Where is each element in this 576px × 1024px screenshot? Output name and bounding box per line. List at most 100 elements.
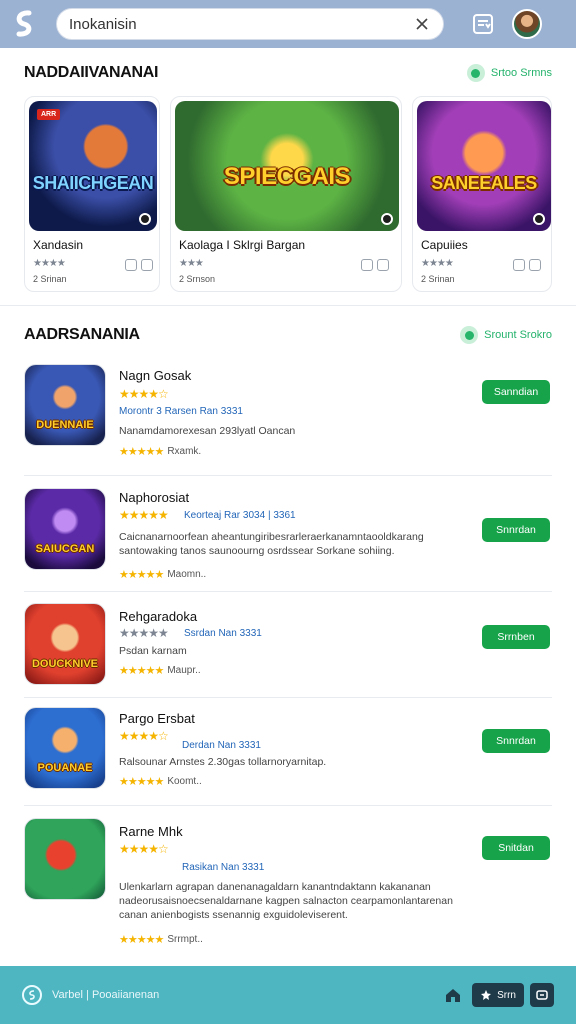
featured-rating: ★★★	[179, 258, 204, 269]
app-title: Pargo Ersbat	[119, 711, 195, 726]
featured-size: 2 Srinan	[421, 274, 455, 284]
clear-search-icon[interactable]	[413, 15, 431, 33]
install-corner-icon	[533, 213, 545, 225]
app-icon[interactable]: DUENNAIE	[24, 364, 106, 446]
app-footer: ★★★★★ Maupr..	[119, 665, 201, 677]
avatar[interactable]	[512, 9, 542, 39]
list-item: SAIUCGAN Naphorosiat ★★★★★ Keorteaj Rar …	[0, 488, 576, 588]
list-title: AADRSANANIA	[24, 326, 140, 343]
featured-see-all-link[interactable]: Srtoo Srmns	[466, 64, 552, 82]
wishlist-icon[interactable]	[529, 259, 541, 271]
app-icon[interactable]	[24, 818, 106, 900]
app-icon-label: DUENNAIE	[36, 419, 94, 431]
featured-see-all-label: Srtoo Srmns	[490, 67, 552, 79]
app-footer: ★★★★★ Koomt..	[119, 776, 202, 788]
home-icon[interactable]	[444, 986, 462, 1004]
featured-header: NADDAIIVANANAI Srtoo Srmns	[24, 64, 552, 82]
featured-title: NADDAIIVANANAI	[24, 64, 159, 81]
app-meta: Rasikan Nan 3331	[182, 862, 265, 873]
share-icon[interactable]	[125, 259, 137, 271]
search-bar	[56, 8, 444, 40]
app-title: Rarne Mhk	[119, 824, 183, 839]
featured-card[interactable]: SPIECGAIS Kaolaga I Sklrgi Bargan ★★★ 2 …	[170, 96, 402, 292]
row-divider	[24, 805, 552, 806]
list-item: DOUCKNIVE Rehgaradoka ★★★★★ Ssrdan Nan 3…	[0, 603, 576, 695]
search-input[interactable]	[69, 15, 413, 33]
bottom-text: Varbel | Pooaiianenan	[52, 989, 160, 1001]
app-meta: Morontr 3 Rarsen Ran 3331	[119, 406, 243, 417]
install-button[interactable]: Sanndian	[482, 380, 550, 404]
featured-name: Capuiies	[421, 238, 468, 252]
app-title: Naphorosiat	[119, 490, 190, 505]
bottom-logo-icon	[22, 985, 42, 1005]
app-icon-label: POUANAE	[37, 762, 93, 774]
list-see-all-label: Srount Srokro	[484, 329, 552, 341]
install-button[interactable]: Snitdan	[482, 836, 550, 860]
app-meta: Derdan Nan 3331	[182, 740, 261, 751]
app-title: Rehgaradoka	[119, 609, 198, 624]
featured-name: Xandasin	[33, 238, 84, 252]
app-icon[interactable]: SAIUCGAN	[24, 488, 106, 570]
list-item: DUENNAIE Nagn Gosak ★★★★☆ Morontr 3 Rars…	[0, 364, 576, 464]
install-corner-icon	[381, 213, 393, 225]
install-corner-icon	[139, 213, 151, 225]
wishlist-icon[interactable]	[377, 259, 389, 271]
see-all-icon	[466, 64, 485, 82]
app-description: Nanamdamorexesan 293lyatl Oancan	[119, 425, 296, 437]
app-meta: Ssrdan Nan 3331	[184, 628, 262, 639]
featured-art-title: SHAIICHGEAN	[32, 173, 154, 193]
section-divider	[0, 305, 576, 306]
featured-badge: ARR	[37, 109, 61, 120]
app-logo-icon[interactable]	[10, 9, 40, 39]
featured-art: SANEEALES	[417, 101, 551, 231]
row-divider	[24, 591, 552, 592]
row-divider	[24, 475, 552, 476]
featured-name: Kaolaga I Sklrgi Bargan	[179, 238, 306, 252]
app-footer: ★★★★★ Srrmpt..	[119, 934, 203, 946]
featured-art-title: SPIECGAIS	[223, 163, 351, 190]
featured-rating: ★★★★	[33, 258, 66, 269]
app-description: Caicnanarnoorfean aheantungiribesrarlera…	[119, 531, 424, 557]
app-description: Psdan karnam	[119, 645, 187, 657]
wishlist-icon[interactable]	[141, 259, 153, 271]
app-description: Ralsounar Arnstes 2.30gas tollarnoryarni…	[119, 756, 327, 768]
app-stars: ★★★★★	[119, 508, 169, 522]
app-icon-label: SAIUCGAN	[35, 543, 95, 555]
install-button[interactable]: Srrnben	[482, 625, 550, 649]
featured-card[interactable]: SANEEALES Capuiies ★★★★ 2 Srinan	[412, 96, 552, 292]
list-item: POUANAE Pargo Ersbat ★★★★☆ Derdan Nan 33…	[0, 707, 576, 799]
app-footer: ★★★★★ Maomn..	[119, 569, 207, 581]
app-stars: ★★★★★	[119, 626, 169, 640]
bottom-action-label: Srrn	[497, 989, 516, 1001]
install-button[interactable]: Snnrdan	[482, 729, 550, 753]
list-header: AADRSANANIA Srount Srokro	[24, 326, 552, 344]
featured-art: ARR SHAIICHGEAN	[29, 101, 157, 231]
app-stars: ★★★★☆	[119, 842, 169, 856]
downloads-icon[interactable]	[470, 11, 496, 37]
app-icon[interactable]: POUANAE	[24, 707, 106, 789]
install-button[interactable]: Snnrdan	[482, 518, 550, 542]
bottom-bar: Varbel | Pooaiianenan Srrn	[0, 966, 576, 1024]
featured-size: 2 Srnson	[179, 274, 216, 284]
app-icon[interactable]: DOUCKNIVE	[24, 603, 106, 685]
menu-icon[interactable]	[530, 983, 554, 1007]
app-description: Ulenkarlarn agrapan danenanagaldarn kana…	[119, 881, 453, 921]
app-icon-label: DOUCKNIVE	[31, 658, 98, 670]
app-stars: ★★★★☆	[119, 387, 169, 401]
featured-size: 2 Srinan	[33, 274, 67, 284]
featured-card[interactable]: ARR SHAIICHGEAN Xandasin ★★★★ 2 Srinan	[24, 96, 160, 292]
row-divider	[24, 697, 552, 698]
top-bar	[0, 0, 576, 48]
featured-art: SPIECGAIS	[175, 101, 399, 231]
app-title: Nagn Gosak	[119, 368, 192, 383]
share-icon[interactable]	[361, 259, 373, 271]
list-see-all-link[interactable]: Srount Srokro	[460, 326, 552, 344]
app-stars: ★★★★☆	[119, 729, 169, 743]
bottom-action-button[interactable]: Srrn	[472, 983, 524, 1007]
star-icon	[481, 990, 492, 1000]
featured-rating: ★★★★	[421, 258, 454, 269]
app-meta: Keorteaj Rar 3034 | 3361	[184, 510, 296, 521]
featured-carousel: ARR SHAIICHGEAN Xandasin ★★★★ 2 Srinan S…	[20, 96, 556, 294]
share-icon[interactable]	[513, 259, 525, 271]
see-all-icon	[460, 326, 479, 344]
